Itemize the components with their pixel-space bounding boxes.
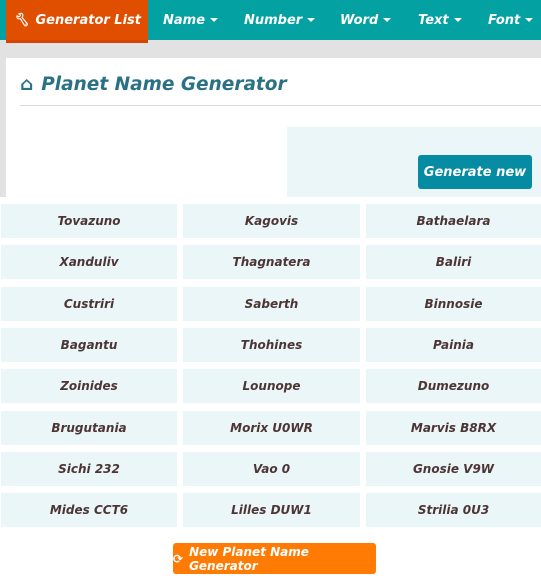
name-cell: Saberth <box>183 286 360 321</box>
home-icon: ⌂ <box>20 74 34 95</box>
gray-gutter <box>0 40 6 197</box>
name-cell: Painia <box>366 327 541 362</box>
divider <box>20 105 541 106</box>
generate-new-button[interactable]: Generate new <box>418 155 532 189</box>
caret-down-icon <box>383 18 392 22</box>
name-cell: Kagovis <box>183 204 360 238</box>
nav-word[interactable]: Word <box>340 0 392 40</box>
wrench-icon: 🔧︎ <box>12 12 30 28</box>
name-cell: Vao 0 <box>183 451 360 486</box>
name-cell: Sichi 232 <box>1 451 177 486</box>
name-cell: Zoinides <box>1 369 177 404</box>
name-cell: Brugutania <box>1 410 177 445</box>
nav-text[interactable]: Text <box>418 0 462 40</box>
caret-down-icon <box>453 18 462 22</box>
nav-name[interactable]: Name <box>163 0 219 40</box>
page-title: ⌂ Planet Name Generator <box>20 74 287 95</box>
nav-font[interactable]: Font <box>488 0 534 40</box>
name-cell: Binnosie <box>366 286 541 321</box>
name-cell: Bagantu <box>1 327 177 362</box>
name-cell: Lounope <box>183 369 360 404</box>
name-cell: Thagnatera <box>183 245 360 280</box>
name-cell: Strilia 0U3 <box>366 493 541 528</box>
name-cell: Lilles DUW1 <box>183 493 360 528</box>
name-cell: Xanduliv <box>1 245 177 280</box>
name-cell: Marvis B8RX <box>366 410 541 445</box>
name-cell: Morix U0WR <box>183 410 360 445</box>
name-cell: Bathaelara <box>366 204 541 238</box>
name-cell: Dumezuno <box>366 369 541 404</box>
name-cell: Mides CCT6 <box>1 493 177 528</box>
nav-number[interactable]: Number <box>244 0 316 40</box>
name-cell: Custriri <box>1 286 177 321</box>
nav-generator-list[interactable]: 🔧︎ Generator List <box>6 0 148 43</box>
name-cell: Thohines <box>183 327 360 362</box>
new-generator-button[interactable]: ⟳ New Planet Name Generator <box>173 543 376 574</box>
name-cell: Baliri <box>366 245 541 280</box>
refresh-icon: ⟳ <box>173 551 184 566</box>
caret-down-icon <box>210 18 219 22</box>
name-cell: Tovazuno <box>1 204 177 238</box>
caret-down-icon <box>525 18 534 22</box>
name-cell: Gnosie V9W <box>366 451 541 486</box>
caret-down-icon <box>307 18 316 22</box>
